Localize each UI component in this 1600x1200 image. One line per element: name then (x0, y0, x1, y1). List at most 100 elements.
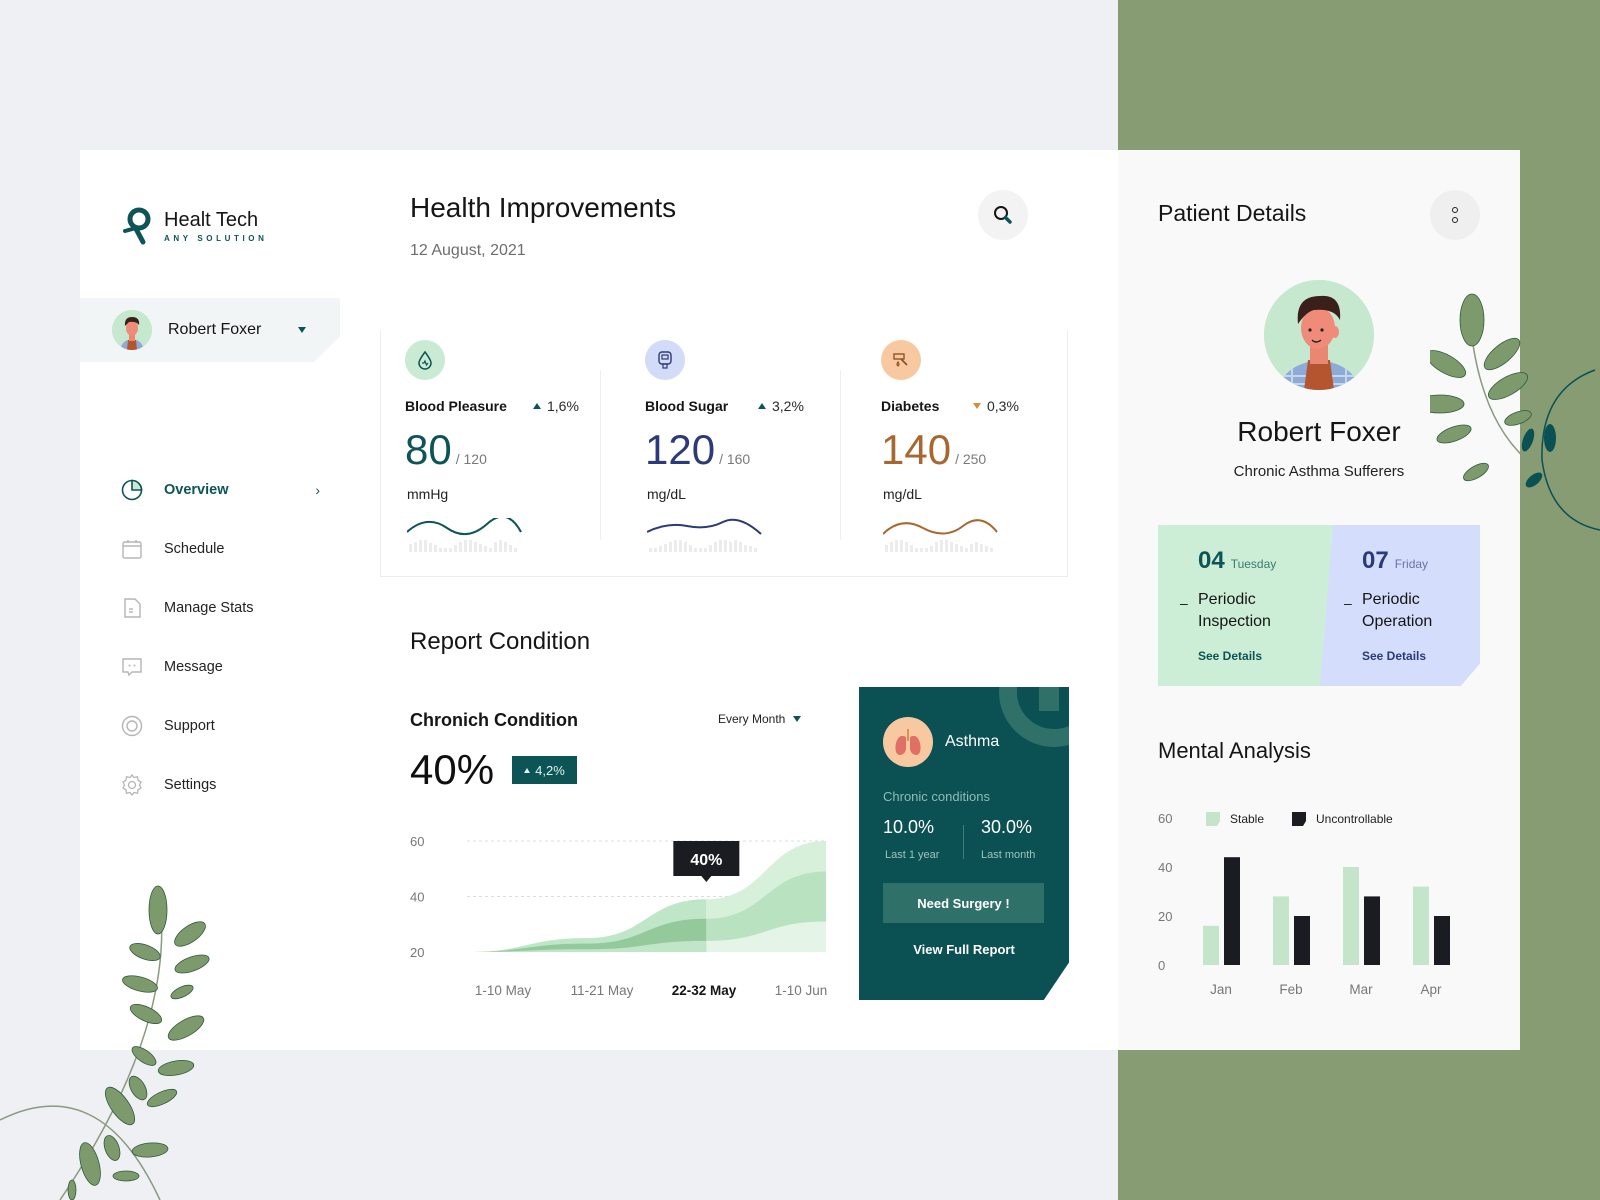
sidebar-item-message[interactable]: Message (120, 637, 320, 696)
view-full-report-link[interactable]: View Full Report (859, 942, 1069, 957)
chat-icon (122, 657, 142, 676)
tooltip-label: 40% (690, 852, 722, 869)
bar-stable-jan (1203, 925, 1219, 965)
sidebar-item-manage-stats[interactable]: Manage Stats (120, 578, 320, 637)
more-icon (1452, 217, 1458, 223)
stat-last-year-label: Last 1 year (885, 849, 940, 861)
appointment-date: 07 (1362, 547, 1389, 574)
bar-uncontrollable-jan (1224, 857, 1240, 965)
metrics-row: Blood Pleasure 1,6% 80/ 120 mmHg Blood S… (380, 330, 1068, 577)
metric-label: Blood Sugar (645, 398, 729, 414)
lungs-icon-bg (883, 717, 933, 767)
metric-change-value: 0,3% (987, 398, 1019, 414)
x-tick-label: Mar (1349, 982, 1373, 997)
page-title: Health Improvements (410, 192, 677, 223)
trend-down-icon (973, 403, 981, 409)
metric-value: 140/ 250 (881, 426, 986, 474)
sidebar-item-label: Message (164, 658, 223, 675)
search-button[interactable] (978, 190, 1028, 240)
stat-last-year: 10.0% (883, 817, 935, 837)
appointment-task: Periodic Inspection (1198, 591, 1271, 630)
chronic-condition-title: Chronich Condition (410, 710, 578, 730)
need-surgery-button[interactable]: Need Surgery ! (883, 883, 1044, 923)
appointment-card[interactable]: 04 Tuesday – Periodic Inspection See Deta… (1158, 525, 1348, 686)
stat-last-month-label: Last month (981, 849, 1036, 861)
chronic-condition-chart: 20 40 60 1-10 May 11-21 May 22-32 May 1-10 Jun… (410, 834, 828, 998)
appointment-weekday: Friday (1394, 557, 1429, 571)
chronic-value: 40% (410, 746, 495, 793)
appointment-task: Periodic Operation (1362, 591, 1433, 630)
change-badge-value: 4,2% (535, 762, 565, 778)
metric-change-value: 1,6% (547, 398, 579, 414)
sidebar-item-label: Schedule (164, 540, 225, 557)
sidebar-item-schedule[interactable]: Schedule (120, 519, 320, 578)
sparkline (647, 518, 762, 552)
metric-change: 0,3% (973, 398, 1019, 414)
sidebar-item-overview[interactable]: Overview › (120, 460, 320, 519)
chevron-down-icon (298, 327, 306, 333)
user-name: Robert Foxer (168, 321, 262, 338)
bar-uncontrollable-apr (1434, 916, 1450, 965)
patient-avatar (1264, 280, 1374, 390)
metric-max: / 120 (455, 451, 487, 467)
see-details-link[interactable]: See Details (1198, 649, 1262, 663)
tooltip-pointer (701, 876, 712, 882)
metric-icon-bg (405, 340, 445, 380)
period-dropdown[interactable]: Every Month (718, 712, 802, 726)
appointment-day: 04 Tuesday (1198, 547, 1276, 575)
more-options-button[interactable] (1430, 190, 1480, 240)
blood-drop-icon (418, 350, 432, 370)
divider (600, 370, 601, 540)
sidebar-item-settings[interactable]: Settings (120, 755, 320, 814)
decorative-block (1039, 687, 1059, 711)
metric-unit: mmHg (407, 486, 449, 502)
glucose-meter-icon (658, 351, 672, 369)
brand-tagline: ANY SOLUTION (164, 234, 268, 243)
chevron-down-icon (793, 716, 802, 722)
appointment-date: 04 (1198, 547, 1225, 574)
metric-value-number: 120 (645, 426, 716, 473)
search-icon (994, 206, 1012, 224)
brand-logo[interactable]: Healt Tech ANY SOLUTION (122, 206, 268, 246)
x-tick-label: Jan (1210, 982, 1232, 997)
y-tick-label: 40 (410, 890, 424, 905)
x-tick-label: Feb (1279, 982, 1302, 997)
appointment-card[interactable]: 07 Friday – Periodic Operation See Detail… (1322, 525, 1482, 686)
metric-card-diabetes[interactable]: Diabetes 0,3% 140/ 250 mg/dL (857, 330, 1069, 577)
calendar-icon (122, 539, 142, 559)
metric-label: Blood Pleasure (405, 398, 507, 414)
metric-change: 3,2% (758, 398, 804, 414)
metric-unit: mg/dL (883, 486, 922, 502)
metric-card-blood-pressure[interactable]: Blood Pleasure 1,6% 80/ 120 mmHg (381, 330, 601, 577)
x-tick-label: 11-21 May (571, 983, 634, 998)
sidebar-item-support[interactable]: Support (120, 696, 320, 755)
mental-analysis-title: Mental Analysis (1158, 738, 1311, 763)
asthma-card: Asthma Chronic conditions 10.0% Last 1 y… (859, 687, 1069, 1000)
sidebar-item-label: Manage Stats (164, 599, 254, 616)
metric-card-blood-sugar[interactable]: Blood Sugar 3,2% 120/ 160 mg/dL (621, 330, 841, 577)
pie-chart-icon (121, 479, 143, 500)
x-tick-label: 1-10 May (475, 983, 532, 998)
appointment-day: 07 Friday (1362, 547, 1428, 575)
metric-value: 80/ 120 (405, 426, 487, 474)
metric-max: / 250 (955, 451, 987, 467)
avatar (112, 310, 152, 350)
y-tick-label: 0 (1158, 958, 1165, 973)
legend-label: Uncontrollable (1316, 812, 1393, 826)
appointment-weekday: Tuesday (1230, 557, 1277, 571)
period-selected: Every Month (718, 712, 786, 726)
y-tick-label: 40 (1158, 860, 1172, 875)
chevron-right-icon: › (315, 481, 320, 498)
change-badge: 4,2% (512, 756, 577, 784)
x-tick-label: Apr (1420, 982, 1442, 997)
section-title-report: Report Condition (410, 628, 591, 655)
gear-icon (122, 773, 142, 796)
trend-up-icon (533, 403, 541, 409)
mental-analysis-chart: 0 20 40 60 Stable Uncontrollable Jan Feb Mar Apr (1158, 811, 1450, 997)
lungs-icon (895, 729, 921, 755)
x-tick-label: 1-10 Jun (775, 983, 828, 998)
see-details-link[interactable]: See Details (1362, 649, 1426, 663)
user-switcher[interactable]: Robert Foxer (80, 298, 340, 362)
x-tick-label: 22-32 May (672, 983, 737, 998)
lifebuoy-icon (121, 715, 143, 736)
